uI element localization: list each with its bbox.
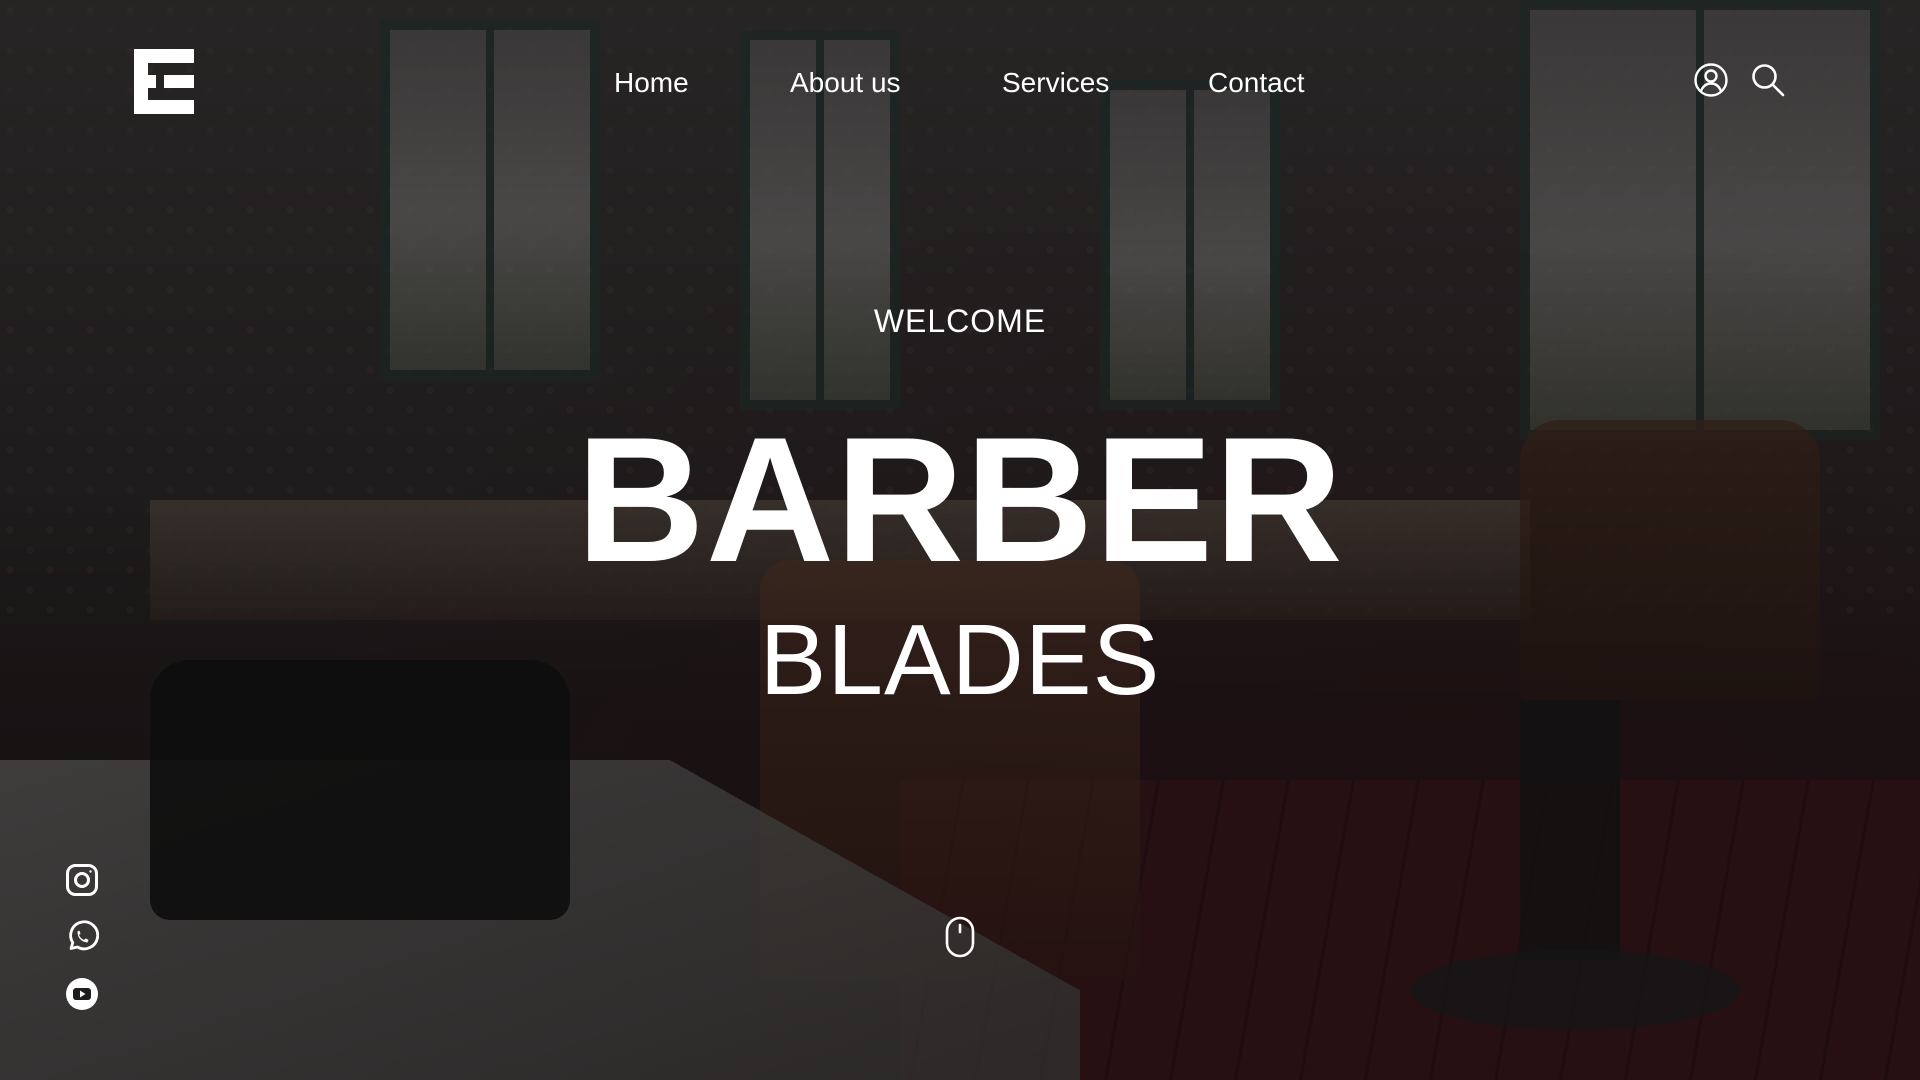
hero-section: Home About us Services Contact WELCOME B… [0,0,1920,1080]
search-icon[interactable] [1750,62,1786,98]
nav-home[interactable]: Home [614,63,689,103]
user-account-icon[interactable] [1693,62,1729,98]
logo-top-bar [148,49,194,63]
youtube-icon[interactable] [65,977,99,1011]
nav-contact[interactable]: Contact [1208,63,1305,103]
mouse-scroll-icon[interactable] [945,916,975,958]
whatsapp-icon[interactable] [65,920,100,954]
instagram-icon[interactable] [65,863,99,897]
welcome-label: WELCOME [873,303,1047,339]
nav-services[interactable]: Services [1002,63,1109,103]
hero-subtitle: BLADES [759,604,1161,716]
main-navigation: Home About us Services Contact [0,63,1920,103]
hero-title: BARBER [576,400,1344,599]
nav-about-us[interactable]: About us [790,63,901,103]
